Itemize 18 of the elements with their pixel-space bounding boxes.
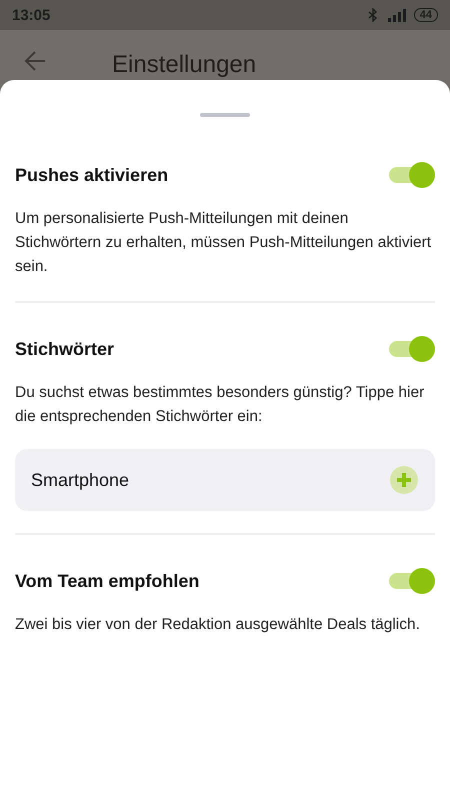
- section-title: Vom Team empfohlen: [15, 570, 200, 592]
- keyword-field[interactable]: Smartphone: [15, 449, 435, 511]
- status-time: 13:05: [12, 6, 50, 24]
- bluetooth-icon: [368, 8, 378, 22]
- section-description: Um personalisierte Push-Mitteilungen mit deinen Stichwörtern zu erhalten, müssen Push-Mitteilungen aktiviert sein.: [15, 209, 432, 277]
- back-arrow-icon[interactable]: [24, 50, 46, 72]
- section-description: Zwei bis vier von der Redaktion ausgewählte Deals täglich.: [15, 615, 421, 635]
- toggle-switch[interactable]: [389, 568, 435, 594]
- section-title: Pushes aktivieren: [15, 164, 168, 186]
- section-description: Du suchst etwas bestimmtes besonders günstig? Tippe hier die entsprechenden Stichwörter ein:: [15, 383, 426, 427]
- battery-indicator: 44: [414, 8, 438, 22]
- page-title: Einstellungen: [112, 50, 256, 80]
- toggle-switch[interactable]: [389, 162, 435, 188]
- signal-icon: [386, 8, 406, 22]
- plus-icon[interactable]: [389, 465, 419, 495]
- section-title: Stichwörter: [15, 338, 114, 360]
- drag-handle[interactable]: [200, 113, 250, 117]
- toggle-switch[interactable]: [389, 336, 435, 362]
